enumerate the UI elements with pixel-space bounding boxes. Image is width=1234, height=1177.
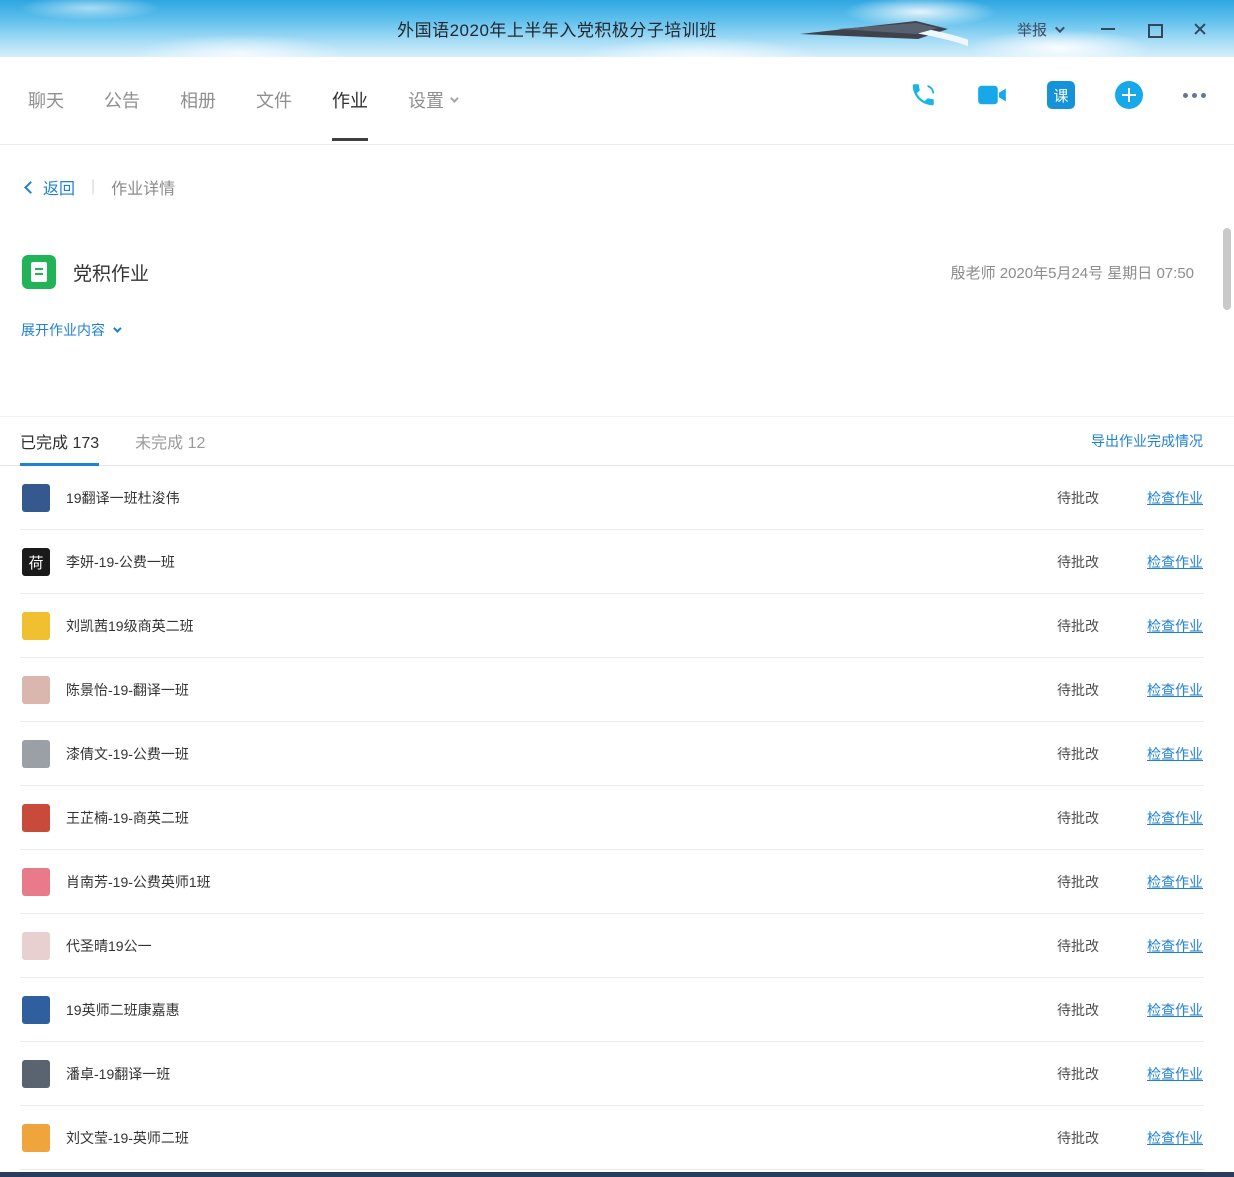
student-row: 代圣晴19公一 待批改 检查作业 (0, 914, 1234, 978)
tab-files[interactable]: 文件 (256, 87, 292, 119)
student-avatar (22, 932, 50, 960)
tab-completed[interactable]: 已完成 173 (20, 417, 100, 466)
nav-action-icons: 课 (909, 81, 1206, 109)
student-avatar (22, 676, 50, 704)
student-avatar (22, 804, 50, 832)
student-row: 漆倩文-19-公费一班 待批改 检查作业 (0, 722, 1234, 786)
status-label: 待批改 (1057, 1066, 1099, 1082)
status-label: 待批改 (1057, 1002, 1099, 1018)
app-window: 外国语2020年上半年入党积极分子培训班 举报 聊天 公告 相册 文件 作业 设… (0, 0, 1234, 1177)
report-label: 举报 (1016, 22, 1047, 39)
more-icon[interactable] (1183, 92, 1206, 98)
tab-incomplete[interactable]: 未完成 12 (135, 417, 205, 465)
student-list: 19翻译一班杜浚伟 待批改 检查作业 荷 李妍-19-公费一班 待批改 检查作业… (0, 466, 1234, 1170)
chevron-down-icon (113, 324, 122, 333)
check-homework-link[interactable]: 检查作业 (1147, 744, 1203, 764)
check-homework-link[interactable]: 检查作业 (1147, 680, 1203, 700)
status-label: 待批改 (1057, 1130, 1099, 1146)
close-button[interactable] (1192, 21, 1208, 37)
check-homework-link[interactable]: 检查作业 (1147, 936, 1203, 956)
student-row: 陈景怡-19-翻译一班 待批改 检查作业 (0, 658, 1234, 722)
homework-meta: 殷老师 2020年5月24号 星期日 07:50 (950, 264, 1194, 282)
check-homework-link[interactable]: 检查作业 (1147, 1128, 1203, 1148)
check-homework-link[interactable]: 检查作业 (1147, 808, 1203, 828)
tab-homework[interactable]: 作业 (332, 87, 368, 141)
check-homework-link[interactable]: 检查作业 (1147, 1064, 1203, 1084)
student-name: 刘文莹-19-英师二班 (66, 1130, 189, 1146)
status-label: 待批改 (1057, 682, 1099, 698)
student-avatar (22, 612, 50, 640)
course-icon[interactable]: 课 (1047, 81, 1075, 109)
student-name: 潘卓-19翻译一班 (66, 1066, 171, 1082)
report-button[interactable]: 举报 (1016, 19, 1065, 40)
student-name: 刘凯茜19级商英二班 (66, 618, 194, 634)
student-row: 19英师二班康嘉惠 待批改 检查作业 (0, 978, 1234, 1042)
check-homework-link[interactable]: 检查作业 (1147, 616, 1203, 636)
scrollbar-track (1222, 228, 1233, 1171)
chevron-left-icon (24, 180, 37, 194)
content-area: 党积作业 殷老师 2020年5月24号 星期日 07:50 展开作业内容 已完成… (0, 228, 1234, 1172)
check-homework-link[interactable]: 检查作业 (1147, 552, 1203, 572)
status-label: 待批改 (1057, 874, 1099, 890)
nav-tabs: 聊天 公告 相册 文件 作业 设置 (28, 87, 459, 141)
breadcrumb-separator: | (91, 178, 96, 195)
filter-tabs: 已完成 173 未完成 12 导出作业完成情况 (0, 417, 1234, 466)
student-avatar: 荷 (22, 548, 50, 576)
chevron-down-icon (450, 94, 459, 103)
status-label: 待批改 (1057, 810, 1099, 826)
student-name: 漆倩文-19-公费一班 (66, 746, 189, 762)
video-call-icon[interactable] (977, 82, 1007, 108)
homework-header: 党积作业 殷老师 2020年5月24号 星期日 07:50 (22, 255, 1194, 289)
window-controls (1100, 0, 1208, 57)
minimize-button[interactable] (1100, 21, 1116, 37)
student-avatar (22, 484, 50, 512)
student-avatar (22, 996, 50, 1024)
student-name: 19翻译一班杜浚伟 (66, 490, 180, 506)
student-row: 潘卓-19翻译一班 待批改 检查作业 (0, 1042, 1234, 1106)
decoration-plane (800, 21, 968, 46)
tab-album[interactable]: 相册 (180, 87, 216, 119)
student-row: 19翻译一班杜浚伟 待批改 检查作业 (0, 466, 1234, 530)
check-homework-link[interactable]: 检查作业 (1147, 1000, 1203, 1020)
tab-announcement[interactable]: 公告 (104, 87, 140, 119)
student-name: 王芷楠-19-商英二班 (66, 810, 189, 826)
student-name: 李妍-19-公费一班 (66, 554, 175, 570)
student-avatar (22, 1060, 50, 1088)
scrollbar-thumb[interactable] (1223, 228, 1231, 310)
student-avatar (22, 1124, 50, 1152)
student-name: 19英师二班康嘉惠 (66, 1002, 180, 1018)
check-homework-link[interactable]: 检查作业 (1147, 872, 1203, 892)
export-completion-link[interactable]: 导出作业完成情况 (1091, 431, 1203, 451)
add-icon[interactable] (1115, 81, 1143, 109)
student-row: 王芷楠-19-商英二班 待批改 检查作业 (0, 786, 1234, 850)
window-border-bottom (0, 1172, 1234, 1177)
status-label: 待批改 (1057, 746, 1099, 762)
student-avatar (22, 868, 50, 896)
tab-settings[interactable]: 设置 (408, 87, 459, 119)
check-homework-link[interactable]: 检查作业 (1147, 488, 1203, 508)
status-label: 待批改 (1057, 554, 1099, 570)
student-row: 荷 李妍-19-公费一班 待批改 检查作业 (0, 530, 1234, 594)
student-name: 代圣晴19公一 (66, 938, 152, 954)
breadcrumb: 返回 | 作业详情 (0, 146, 1234, 228)
status-label: 待批改 (1057, 490, 1099, 506)
tab-chat[interactable]: 聊天 (28, 87, 64, 119)
student-avatar (22, 740, 50, 768)
status-label: 待批改 (1057, 938, 1099, 954)
page-title: 作业详情 (111, 181, 176, 198)
homework-document-icon (22, 255, 56, 289)
maximize-button[interactable] (1146, 21, 1163, 38)
student-row: 刘文莹-19-英师二班 待批改 检查作业 (0, 1106, 1234, 1170)
back-button[interactable]: 返回 (24, 175, 75, 199)
homework-title: 党积作业 (73, 263, 150, 285)
nav-bar: 聊天 公告 相册 文件 作业 设置 课 (0, 57, 1234, 145)
expand-homework-content-button[interactable]: 展开作业内容 (21, 320, 122, 340)
student-row: 肖南芳-19-公费英师1班 待批改 检查作业 (0, 850, 1234, 914)
student-name: 陈景怡-19-翻译一班 (66, 682, 189, 698)
status-label: 待批改 (1057, 618, 1099, 634)
title-bar: 外国语2020年上半年入党积极分子培训班 举报 (0, 0, 1234, 57)
student-name: 肖南芳-19-公费英师1班 (66, 874, 211, 890)
voice-call-icon[interactable] (909, 81, 937, 109)
student-row: 刘凯茜19级商英二班 待批改 检查作业 (0, 594, 1234, 658)
